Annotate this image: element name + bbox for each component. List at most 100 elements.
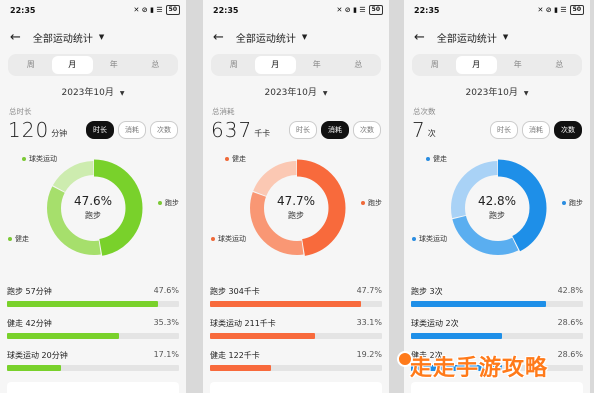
row-percent: 33.1% [356,318,382,327]
status-bar: 22:35 ✕ ⊘ ▮ ☰ 50 [0,0,186,20]
progress-fill [210,301,361,307]
metric-value: 637 [211,118,253,142]
row-percent: 35.3% [153,318,179,327]
legend-dot-icon [562,201,566,205]
breakdown-row[interactable]: 跑步 3次 42.8% [404,286,590,318]
legend-item: 跑步 [158,198,179,208]
breakdown-row[interactable]: 健走 122千卡 19.2% [203,350,389,382]
metric-toggle-group: 时长 消耗 次数 [289,121,381,139]
metric-toggle-group: 时长 消耗 次数 [490,121,582,139]
month-label[interactable]: 2023年10月 [62,88,114,98]
progress-track [210,365,382,371]
phone-screen: 22:35 ✕ ⊘ ▮ ☰ 50 ← 全部运动统计 ▼ 周月年总 2023年10月 ▼ 总次数 7 次… [404,0,590,393]
month-label[interactable]: 2023年10月 [466,88,518,98]
row-label: 球类运动 211千卡 [210,319,276,328]
progress-track [7,365,179,371]
legend-label: 球类运动 [218,235,246,243]
breakdown-row[interactable]: 球类运动 20分钟 17.1% [0,350,186,382]
battery-icon: 50 [569,5,584,15]
month-selector[interactable]: 2023年10月 ▼ [404,85,590,99]
metric-unit: 次 [427,128,436,138]
donut-chart: 47.6% 跑步 球类运动 健走 跑步 [0,150,186,272]
legend-dot-icon [8,237,12,241]
metric-label: 总消耗 [212,107,235,116]
back-arrow-icon[interactable]: ← [414,30,425,45]
status-indicator-icons: ✕ ⊘ ▮ ☰ [537,6,567,14]
metric-toggle[interactable]: 时长 [289,121,317,139]
metric-value: 120 [8,118,50,142]
breakdown-row[interactable]: 健走 42分钟 35.3% [0,318,186,350]
status-indicator-icons: ✕ ⊘ ▮ ☰ [336,6,366,14]
metric-toggle[interactable]: 消耗 [522,121,550,139]
row-header: 球类运动 2次 28.6% [411,318,583,329]
month-caret-icon[interactable]: ▼ [323,90,328,97]
period-tab[interactable]: 总 [135,56,177,74]
status-bar: 22:35 ✕ ⊘ ▮ ☰ 50 [203,0,389,20]
month-caret-icon[interactable]: ▼ [524,90,529,97]
period-tab[interactable]: 总 [539,56,581,74]
breakdown-row[interactable]: 跑步 304千卡 47.7% [203,286,389,318]
metric-row: 7 次 时长 消耗 次数 [404,118,590,142]
dropdown-caret-icon[interactable]: ▼ [503,33,508,41]
breakdown-row[interactable]: 球类运动 211千卡 33.1% [203,318,389,350]
legend-item: 跑步 [562,198,583,208]
month-caret-icon[interactable]: ▼ [120,90,125,97]
legend-label: 球类运动 [419,235,447,243]
legend-label: 跑步 [368,199,382,207]
page-title[interactable]: 全部运动统计 [236,30,296,45]
row-label: 健走 122千卡 [210,351,260,360]
metric-toggle[interactable]: 时长 [86,121,114,139]
metric-label: 总次数 [413,107,436,116]
metric-row: 637 千卡 时长 消耗 次数 [203,118,389,142]
dropdown-caret-icon[interactable]: ▼ [302,33,307,41]
page-header: ← 全部运动统计 ▼ [203,20,389,54]
metric-toggle[interactable]: 消耗 [118,121,146,139]
month-selector[interactable]: 2023年10月 ▼ [0,85,186,99]
progress-fill [210,365,271,371]
page-header: ← 全部运动统计 ▼ [0,20,186,54]
metric-toggle[interactable]: 次数 [554,121,582,139]
period-tab[interactable]: 周 [213,56,255,74]
next-card [411,382,583,393]
breakdown-row[interactable]: 球类运动 2次 28.6% [404,318,590,350]
progress-fill [411,301,547,307]
dropdown-caret-icon[interactable]: ▼ [99,33,104,41]
progress-fill [7,365,62,371]
period-tab[interactable]: 总 [338,56,380,74]
back-arrow-icon[interactable]: ← [10,30,21,45]
row-label: 球类运动 20分钟 [7,351,68,360]
period-tab[interactable]: 年 [93,56,135,74]
legend-dot-icon [361,201,365,205]
legend-dot-icon [158,201,162,205]
period-tab[interactable]: 月 [455,56,497,74]
period-tab[interactable]: 年 [296,56,338,74]
breakdown-row[interactable]: 跑步 57分钟 47.6% [0,286,186,318]
next-card [7,382,179,393]
metric-toggle[interactable]: 次数 [353,121,381,139]
row-header: 跑步 304千卡 47.7% [210,286,382,297]
metric-toggle[interactable]: 时长 [490,121,518,139]
breakdown-list: 跑步 57分钟 47.6% 健走 42分钟 35.3% 球类运动 20分钟 17.1% [0,286,186,382]
page-title[interactable]: 全部运动统计 [437,30,497,45]
period-tab[interactable]: 年 [497,56,539,74]
page-title[interactable]: 全部运动统计 [33,30,93,45]
metric-value: 7 [412,118,426,142]
phone-screen: 22:35 ✕ ⊘ ▮ ☰ 50 ← 全部运动统计 ▼ 周月年总 2023年10月 ▼ 总时长 12… [0,0,186,393]
period-tab[interactable]: 周 [414,56,456,74]
back-arrow-icon[interactable]: ← [213,30,224,45]
period-tab[interactable]: 月 [51,56,93,74]
metric-toggle[interactable]: 次数 [150,121,178,139]
metric-toggle[interactable]: 消耗 [321,121,349,139]
legend-label: 健走 [15,235,29,243]
row-label: 球类运动 2次 [411,319,459,328]
row-header: 球类运动 211千卡 33.1% [210,318,382,329]
row-percent: 47.6% [153,286,179,295]
period-tab[interactable]: 月 [254,56,296,74]
period-tab[interactable]: 周 [10,56,52,74]
month-selector[interactable]: 2023年10月 ▼ [203,85,389,99]
month-label[interactable]: 2023年10月 [265,88,317,98]
row-label: 跑步 57分钟 [7,287,52,296]
next-card [210,382,382,393]
watermark: 走走手游攻略 [410,356,549,381]
donut-label: 跑步 [288,211,304,220]
